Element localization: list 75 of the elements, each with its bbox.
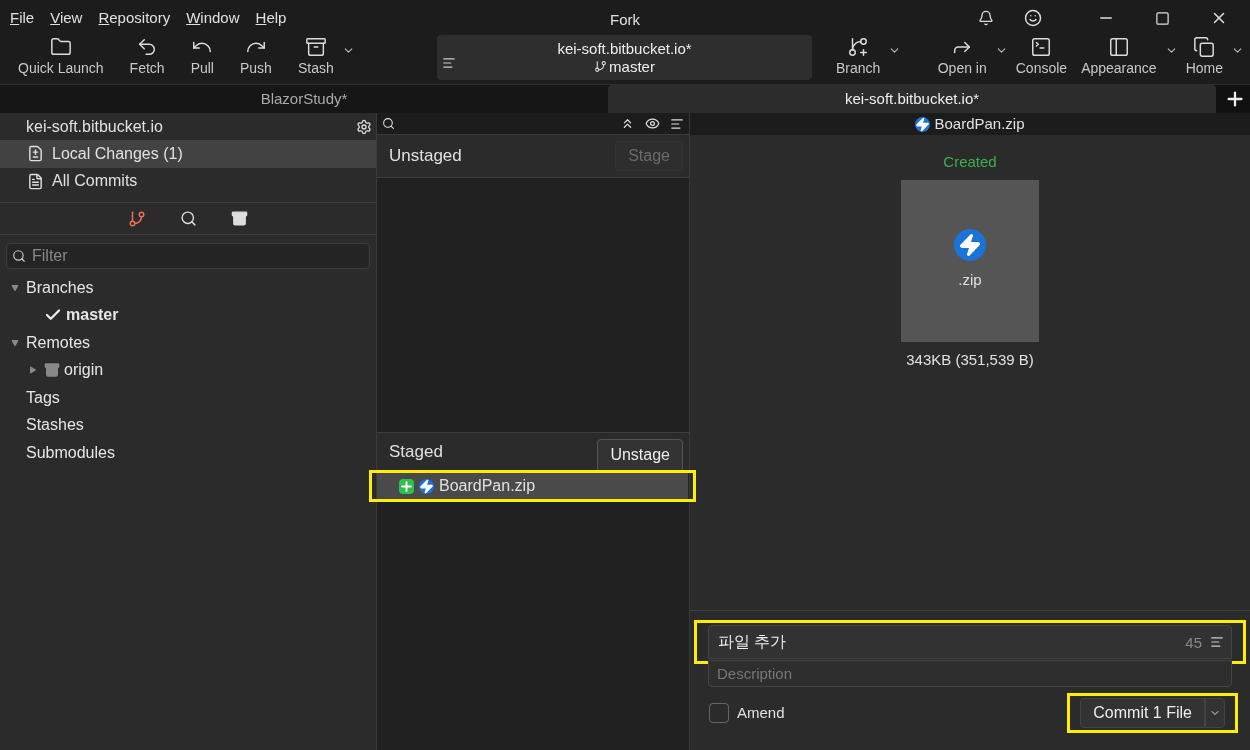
toolbar-button[interactable]: Stash <box>291 36 340 79</box>
branch-plus-icon <box>847 36 870 58</box>
zip-file-icon <box>954 229 986 262</box>
file-size: 343KB (351,539 B) <box>906 349 1034 370</box>
menu-item[interactable]: Repository <box>98 6 171 30</box>
tree-section-label[interactable]: Branches <box>26 275 94 300</box>
file-status: Created <box>943 152 997 172</box>
expanded-triangle-icon[interactable] <box>11 283 19 292</box>
smiley-icon[interactable] <box>1024 9 1042 27</box>
branch-name: master <box>609 57 655 76</box>
zip-file-icon <box>915 116 931 132</box>
folder-icon <box>49 36 72 58</box>
bucket-icon[interactable] <box>231 210 248 227</box>
character-counter: 45 <box>1185 633 1202 653</box>
toolbar-button[interactable]: Fetch <box>123 36 171 79</box>
file-name: BoardPan.zip <box>934 113 1025 134</box>
archive-box-icon <box>304 36 327 58</box>
repository-tab[interactable]: kei-soft.bitbucket.io* <box>608 85 1216 113</box>
zip-file-icon <box>419 478 434 494</box>
eye-icon[interactable] <box>645 116 660 131</box>
list-icon[interactable] <box>670 116 684 131</box>
toolbar-button[interactable]: Home <box>1179 36 1229 79</box>
added-badge-icon <box>399 478 414 494</box>
branch-icon[interactable] <box>128 209 146 228</box>
search-icon[interactable] <box>180 210 197 227</box>
collapsed-triangle-icon[interactable] <box>29 366 37 375</box>
menu-item[interactable]: Help <box>255 6 287 30</box>
menu-item[interactable]: File <box>10 6 35 30</box>
toolbar-button[interactable]: Appearance <box>1075 36 1163 79</box>
filter-field[interactable]: Filter <box>6 243 370 269</box>
notification-bell-icon[interactable] <box>978 10 994 26</box>
description-field[interactable]: Description <box>708 660 1232 687</box>
branch-label[interactable]: master <box>66 303 119 328</box>
sidebar-item[interactable]: Local Changes (1) <box>0 140 376 168</box>
list-icon[interactable] <box>1210 635 1224 649</box>
tree-section-label[interactable]: Stashes <box>26 413 84 438</box>
file-diff-icon <box>27 145 44 163</box>
settings-icon[interactable] <box>356 118 372 135</box>
remote-bucket-icon <box>44 362 60 379</box>
menu-item[interactable]: Window <box>186 6 240 30</box>
panel-icon <box>1107 36 1130 58</box>
section-title: Unstaged <box>389 145 462 168</box>
search-icon <box>12 249 26 263</box>
unstage-button[interactable]: Unstage <box>597 439 683 471</box>
maximize-icon[interactable] <box>1155 10 1170 26</box>
tree-section-label[interactable]: Tags <box>26 385 60 410</box>
sidebar-item[interactable]: All Commits <box>0 167 376 195</box>
section-title: Staged <box>389 440 443 463</box>
file-row[interactable]: BoardPan.zip <box>377 473 688 499</box>
expanded-triangle-icon[interactable] <box>11 338 19 347</box>
amend-label[interactable]: Amend <box>737 701 785 725</box>
search-icon[interactable] <box>382 117 395 130</box>
toolbar-button[interactable]: Quick Launch <box>12 36 110 79</box>
stacked-windows-icon <box>1193 36 1216 58</box>
file-extension: .zip <box>958 270 982 291</box>
toolbar-button[interactable]: Open in <box>931 36 993 79</box>
list-icon <box>442 56 456 70</box>
branch-icon <box>594 60 608 73</box>
amend-checkbox[interactable] <box>709 703 729 723</box>
menu-item[interactable]: View <box>50 6 83 30</box>
tree-section-label[interactable]: Submodules <box>26 440 115 465</box>
toolbar-button[interactable]: Branch <box>830 36 887 79</box>
repository-title: kei-soft.bitbucket.io <box>26 116 163 137</box>
remote-label[interactable]: origin <box>64 358 104 383</box>
repository-tab[interactable]: BlazorStudy* <box>0 85 608 113</box>
commit-button[interactable]: Commit 1 File <box>1080 698 1205 728</box>
window-title: Fork <box>610 10 640 30</box>
dropdown-caret-icon[interactable] <box>1205 698 1225 728</box>
repository-box[interactable]: kei-soft.bitbucket.io* master <box>437 35 812 80</box>
toolbar-button[interactable]: Console <box>1009 36 1074 79</box>
repository-name: kei-soft.bitbucket.io* <box>557 39 692 58</box>
terminal-icon <box>1030 36 1053 58</box>
toolbar-button[interactable]: Push <box>234 36 278 79</box>
toolbar-button[interactable]: Pull <box>184 36 220 79</box>
tree-section-label[interactable]: Remotes <box>26 330 91 355</box>
